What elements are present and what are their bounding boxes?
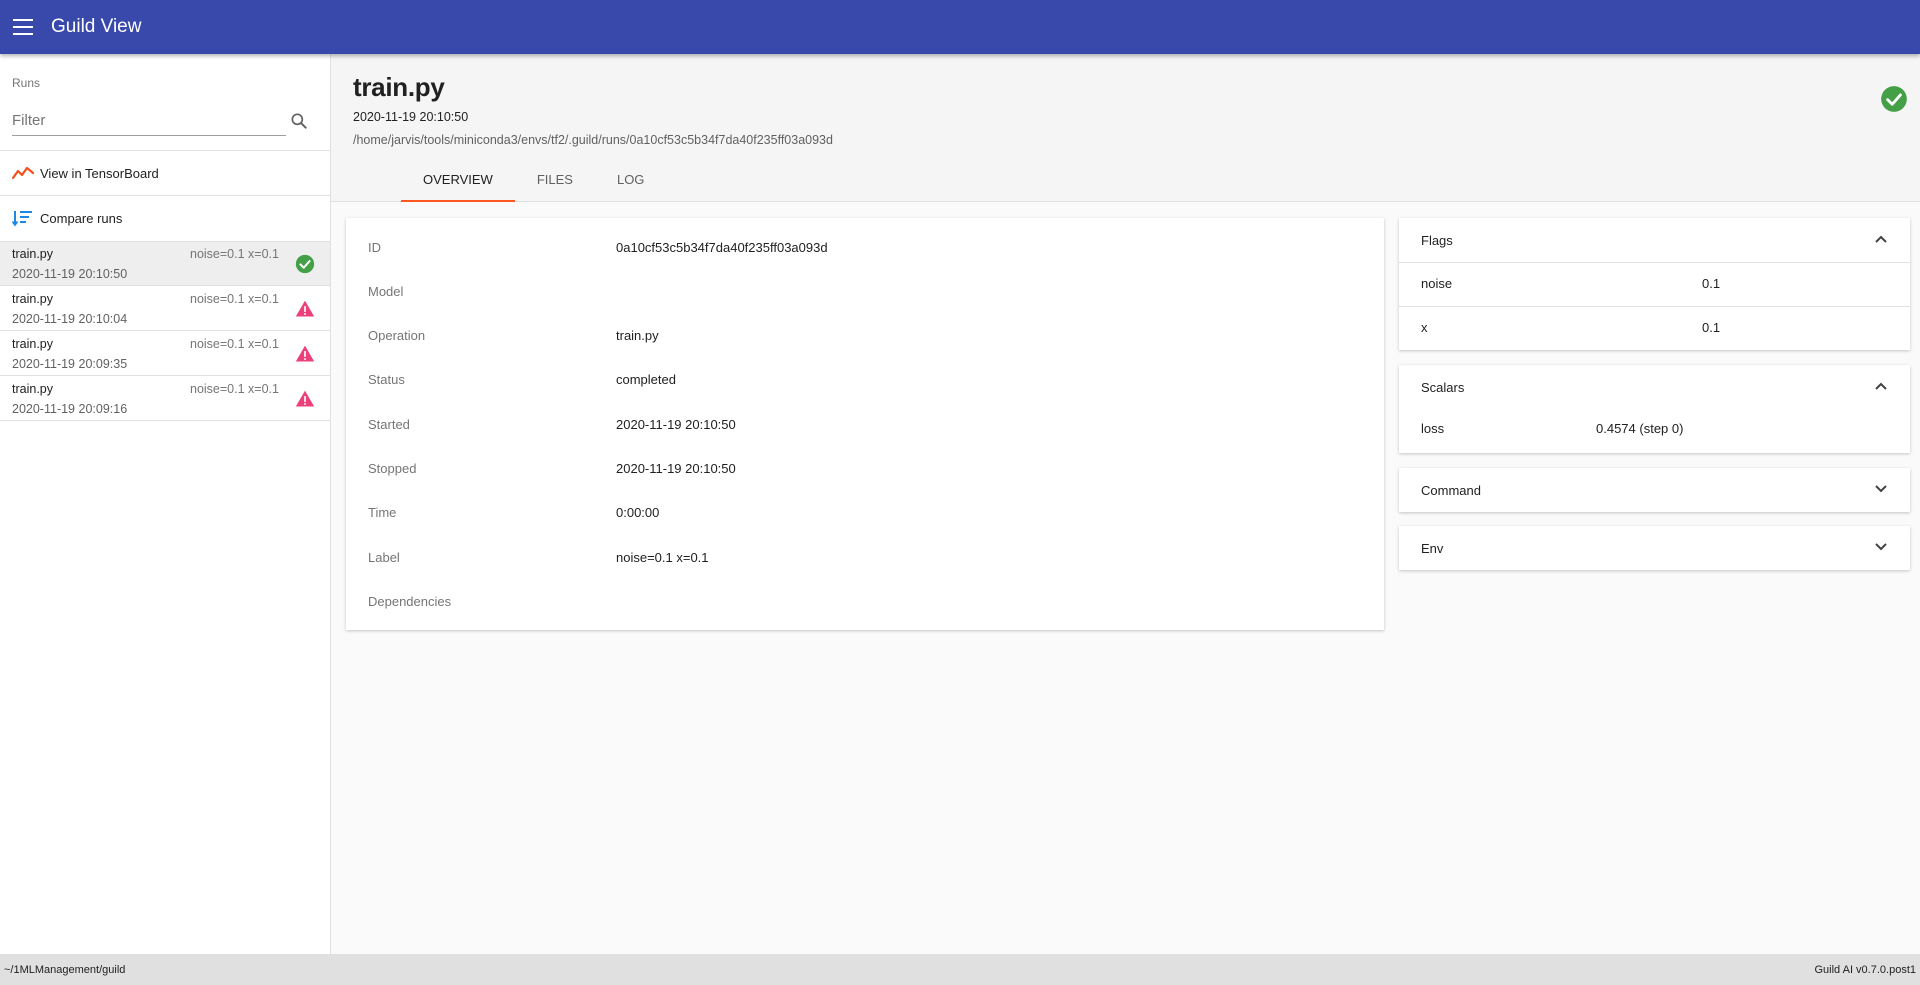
tab-files[interactable]: FILES [515,158,595,202]
compare-runs-button[interactable]: Compare runs [0,196,330,240]
run-list-item[interactable]: train.py noise=0.1 x=0.1 2020-11-19 20:1… [0,242,330,286]
error-warning-icon [295,345,315,362]
overview-value: 2020-11-19 20:10:50 [616,417,736,432]
completed-check-icon [1881,86,1907,112]
flag-name: noise [1421,276,1453,291]
filter-input[interactable] [12,106,286,135]
run-date: 2020-11-19 20:10:04 [12,312,128,326]
status-bar: ~/1MLManagement/guild Guild AI v0.7.0.po… [0,954,1920,985]
search-icon[interactable] [289,111,309,131]
error-warning-icon [295,300,315,317]
flag-value: 0.1 [1702,320,1721,335]
flag-name: x [1421,320,1428,335]
tensorboard-icon [12,166,34,180]
run-date: 2020-11-19 20:10:50 [12,267,128,281]
scalars-panel: Scalars loss 0.4574 (step 0) [1399,365,1910,453]
flags-panel-header[interactable]: Flags [1399,218,1910,262]
overview-value: noise=0.1 x=0.1 [616,550,709,565]
chevron-up-icon [1875,235,1887,243]
run-label: noise=0.1 x=0.1 [190,247,279,261]
overview-key: Stopped [368,461,417,476]
overview-key: ID [368,240,381,255]
overview-key: Model [368,284,404,299]
overview-value: 0a10cf53c5b34f7da40f235ff03a093d [616,240,828,255]
run-started-time: 2020-11-19 20:10:50 [353,110,469,124]
compare-icon [12,211,32,227]
flag-row: x 0.1 [1399,306,1910,350]
overview-card: ID 0a10cf53c5b34f7da40f235ff03a093d Mode… [346,218,1384,630]
chevron-down-icon [1875,543,1887,551]
flags-panel-title: Flags [1421,233,1453,248]
overview-value: completed [616,372,676,387]
scalar-row: loss 0.4574 (step 0) [1399,407,1910,451]
run-header: train.py 2020-11-19 20:10:50 /home/jarvi… [331,54,1920,202]
scalar-name: loss [1421,421,1445,436]
run-date: 2020-11-19 20:09:16 [12,402,128,416]
overview-row-time: Time 0:00:00 [346,491,1384,535]
run-list-item[interactable]: train.py noise=0.1 x=0.1 2020-11-19 20:0… [0,332,330,376]
menu-icon[interactable] [13,19,33,35]
overview-row-operation: Operation train.py [346,314,1384,358]
app-version: Guild AI v0.7.0.post1 [1814,963,1916,976]
run-name: train.py [12,247,53,261]
overview-row-stopped: Stopped 2020-11-19 20:10:50 [346,447,1384,491]
run-name: train.py [12,382,53,396]
run-name: train.py [12,337,53,351]
run-path: /home/jarvis/tools/miniconda3/envs/tf2/.… [353,133,833,147]
scalars-panel-title: Scalars [1421,380,1465,395]
env-panel: Env [1399,526,1910,570]
app-title: Guild View [51,16,142,37]
working-directory: ~/1MLManagement/guild [4,963,126,976]
env-panel-title: Env [1421,541,1444,556]
flags-panel: Flags noise 0.1 x 0.1 [1399,218,1910,350]
run-tabs: OVERVIEW FILES LOG [401,158,666,202]
view-in-tensorboard-button[interactable]: View in TensorBoard [0,151,330,195]
tab-log[interactable]: LOG [595,158,666,202]
command-panel-title: Command [1421,483,1481,498]
run-date: 2020-11-19 20:09:35 [12,357,128,371]
compare-runs-label: Compare runs [40,210,123,226]
run-title: train.py [353,72,445,102]
overview-key: Label [368,550,400,565]
runs-sidebar: Runs View in TensorBoard Compare runs tr… [0,54,331,954]
scalars-panel-header[interactable]: Scalars [1399,365,1910,409]
overview-key: Time [368,505,397,520]
overview-value: 0:00:00 [616,505,660,520]
view-in-tensorboard-label: View in TensorBoard [40,165,159,181]
env-panel-header[interactable]: Env [1399,526,1910,570]
runs-label: Runs [12,76,41,90]
completed-check-icon [295,254,315,274]
overview-key: Dependencies [368,594,452,609]
chevron-down-icon [1875,485,1887,493]
run-label: noise=0.1 x=0.1 [190,337,279,351]
overview-row-started: Started 2020-11-19 20:10:50 [346,403,1384,447]
overview-value: train.py [616,328,659,343]
command-panel-header[interactable]: Command [1399,468,1910,512]
filter-field [12,106,286,136]
overview-row-model: Model [346,270,1384,314]
overview-key: Status [368,372,405,387]
chevron-up-icon [1875,382,1887,390]
tab-overview[interactable]: OVERVIEW [401,158,515,202]
flag-value: 0.1 [1702,276,1721,291]
scalar-value: 0.4574 (step 0) [1596,421,1684,436]
overview-key: Operation [368,328,426,343]
overview-row-id: ID 0a10cf53c5b34f7da40f235ff03a093d [346,226,1384,270]
error-warning-icon [295,390,315,407]
run-label: noise=0.1 x=0.1 [190,382,279,396]
run-list-item[interactable]: train.py noise=0.1 x=0.1 2020-11-19 20:0… [0,377,330,421]
run-label: noise=0.1 x=0.1 [190,292,279,306]
overview-row-status: Status completed [346,358,1384,402]
overview-row-label: Label noise=0.1 x=0.1 [346,536,1384,580]
overview-value: 2020-11-19 20:10:50 [616,461,736,476]
overview-key: Started [368,417,410,432]
run-list-item[interactable]: train.py noise=0.1 x=0.1 2020-11-19 20:1… [0,287,330,331]
app-bar: Guild View [0,0,1920,54]
command-panel: Command [1399,468,1910,512]
flag-row: noise 0.1 [1399,262,1910,306]
overview-row-dependencies: Dependencies [346,580,1384,624]
run-name: train.py [12,292,53,306]
